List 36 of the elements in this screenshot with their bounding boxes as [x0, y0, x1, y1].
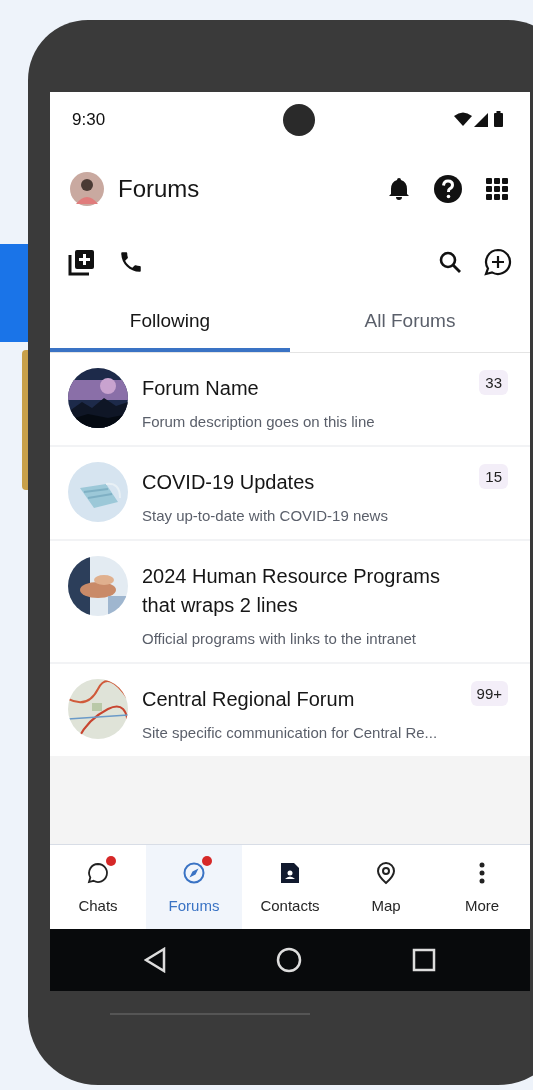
- contact-card-icon: [279, 860, 301, 885]
- user-avatar[interactable]: [70, 172, 104, 206]
- back-icon[interactable]: [144, 947, 166, 973]
- chat-bubble-icon: [86, 860, 110, 885]
- phone-icon[interactable]: [118, 249, 144, 275]
- add-library-icon[interactable]: [68, 248, 96, 276]
- forum-list-item[interactable]: 2024 Human Resource Programs that wraps 2 lines Official programs with links to the intranet: [50, 541, 530, 662]
- forum-list-item[interactable]: Central Regional Forum Site specific communication for Central Re... 99+: [50, 664, 530, 756]
- unread-count: 15: [479, 464, 508, 489]
- notification-icon[interactable]: [388, 177, 410, 201]
- nav-item[interactable]: Forums: [146, 845, 242, 929]
- forum-description: Official programs with links to the intranet: [142, 630, 417, 647]
- unread-count: 33: [479, 370, 508, 395]
- screen-title: Forums: [118, 175, 200, 203]
- location-pin-icon: [376, 860, 396, 885]
- status-time: 9:30: [72, 110, 106, 130]
- forum-description: Site specific communication for Central Re...: [142, 724, 439, 741]
- forum-description: Stay up-to-date with COVID-19 news: [142, 507, 389, 524]
- forum-list-item[interactable]: COVID-19 Updates Stay up-to-date with COVID-19 news 15: [50, 447, 530, 539]
- help-icon[interactable]: [434, 175, 462, 203]
- more-icon: [479, 861, 485, 884]
- search-icon[interactable]: [438, 250, 462, 274]
- forum-name: Forum Name: [142, 376, 260, 401]
- forum-name: Central Regional Forum: [142, 687, 356, 712]
- forum-description: Forum description goes on this line: [142, 413, 376, 430]
- camera-icon: [282, 104, 315, 136]
- apps-grid-icon[interactable]: [486, 178, 508, 200]
- compass-icon: [182, 860, 206, 885]
- forum-name: 2024 Human Resource Programs that wraps 2 lines: [142, 564, 441, 618]
- forum-name: COVID-19 Updates: [142, 470, 316, 495]
- new-chat-icon[interactable]: [484, 248, 512, 276]
- tab[interactable]: All Forums: [290, 294, 530, 352]
- recents-icon[interactable]: [412, 948, 436, 972]
- home-icon[interactable]: [276, 947, 302, 973]
- unread-count: 99+: [470, 681, 508, 706]
- forum-list-item[interactable]: Forum Name Forum description goes on this line 33: [50, 353, 530, 445]
